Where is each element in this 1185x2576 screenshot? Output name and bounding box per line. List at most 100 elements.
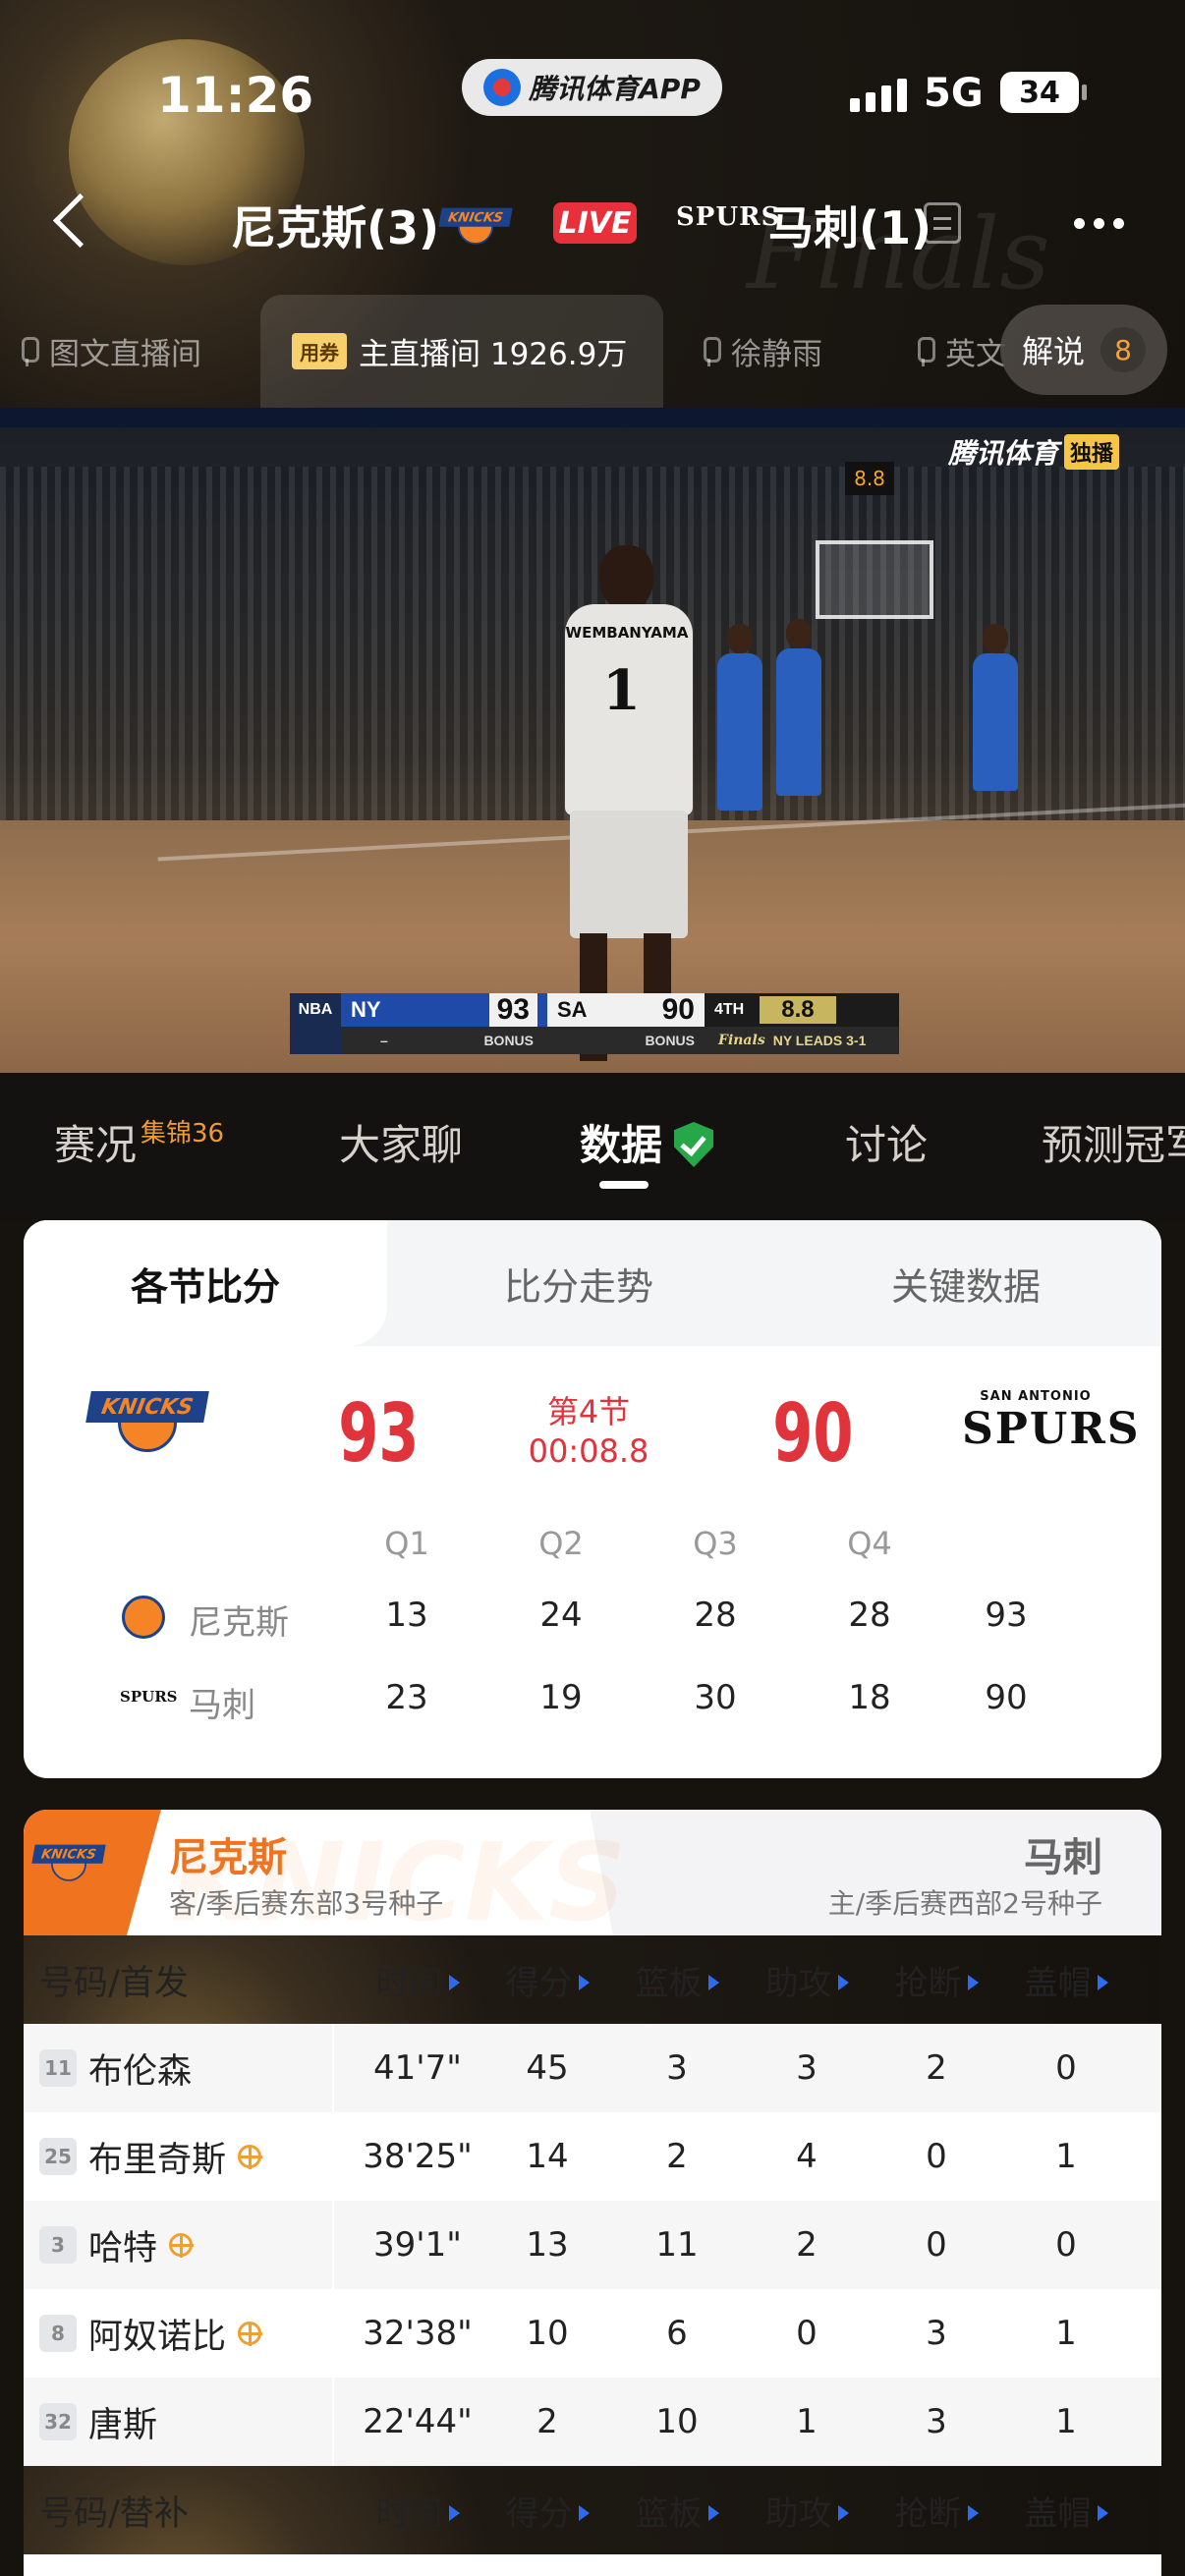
- sort-arrow-icon: [1097, 1974, 1108, 1990]
- sort-rebounds[interactable]: 篮板: [613, 1956, 741, 2004]
- team-switcher: KNICKS KNICKS 尼克斯 客/季后赛东部3号种子 马刺 主/季后赛西部…: [24, 1810, 1161, 1945]
- score-cell: 13: [385, 1596, 428, 1635]
- sort-arrow-icon: [707, 2504, 719, 2521]
- more-icon[interactable]: [1074, 218, 1124, 229]
- player-row[interactable]: 3 哈特 39'1" 13 11 2 0 0: [24, 2201, 1161, 2289]
- stat-cell: 38'25": [363, 2137, 473, 2176]
- player-row[interactable]: 11 布伦森 41'7" 45 3 3 2 0: [24, 2024, 1161, 2112]
- signal-icon: [850, 77, 907, 112]
- switch-icon[interactable]: [924, 202, 961, 244]
- tab-quarter-scores[interactable]: 各节比分: [24, 1220, 387, 1346]
- app-pill[interactable]: 腾讯体育APP: [462, 59, 722, 116]
- player-row[interactable]: 25 布里奇斯 38'25" 14 2 4 0 1: [24, 2112, 1161, 2201]
- player-figure: [717, 624, 762, 811]
- arena-led-board: [0, 408, 1185, 427]
- jersey-number: 8: [39, 2315, 77, 2352]
- player-name[interactable]: 哈特: [88, 2220, 157, 2270]
- score-cell: 28: [694, 1596, 737, 1635]
- commentary-button[interactable]: 解说 8: [1000, 305, 1167, 395]
- bench-header-row: 号码/替补 时间 得分 篮板 助攻 抢断 盖帽: [24, 2466, 1161, 2554]
- sort-points[interactable]: 得分: [483, 1956, 611, 2004]
- sort-arrow-icon: [707, 1974, 719, 1990]
- home-team-desc: 客/季后赛东部3号种子: [169, 1887, 444, 1920]
- player-name[interactable]: 阿奴诺比: [88, 2309, 226, 2359]
- sort-assists[interactable]: 助攻: [743, 1956, 871, 2004]
- player-name-cell: 25 布里奇斯: [39, 2112, 334, 2201]
- app-pill-label: 腾讯体育APP: [529, 73, 701, 105]
- home-team-name[interactable]: 尼克斯: [169, 1825, 287, 1882]
- verified-shield-icon: [674, 1122, 714, 1167]
- basketball-icon: [238, 2322, 263, 2346]
- sort-arrow-icon: [1097, 2504, 1108, 2521]
- player-figure: [973, 624, 1018, 791]
- channel-label: 图文直播间: [49, 337, 201, 372]
- knicks-logo-icon: KNICKS: [31, 1829, 106, 1888]
- player-name-cell: 11 布伦森: [39, 2024, 334, 2112]
- battery-icon: 34: [1000, 72, 1087, 113]
- player-row[interactable]: 8 阿奴诺比 32'38" 10 6 0 3 1: [24, 2289, 1161, 2378]
- tab-game-status[interactable]: 赛况 集锦36: [54, 1112, 224, 1172]
- tab-discussion[interactable]: 讨论: [845, 1112, 928, 1172]
- backboard: [816, 540, 933, 619]
- stat-cell: 13: [526, 2225, 569, 2265]
- scorebug: NBA NY 93 SA 90 4TH 8.8 – BONUS BONUS Fi…: [290, 993, 899, 1054]
- content-tabbar: 赛况集锦36 大家聊 数据 讨论 预测冠军: [0, 1073, 1185, 1220]
- sort-steals[interactable]: 抢断: [873, 1956, 1000, 2004]
- total-cell: 93: [985, 1596, 1028, 1635]
- column-q4: Q4: [847, 1525, 892, 1562]
- channel-label: 主直播间 1926.9万: [359, 337, 628, 372]
- tab-score-trend[interactable]: 比分走势: [387, 1220, 770, 1346]
- game-clock: 00:08.8: [528, 1432, 649, 1470]
- stat-cell: 6: [666, 2314, 688, 2353]
- sort-rebounds[interactable]: 篮板: [613, 2487, 741, 2535]
- channel-english[interactable]: 英文: [914, 295, 1006, 408]
- tab-key-stats[interactable]: 关键数据: [770, 1220, 1161, 1346]
- stat-cell: 0: [1055, 2225, 1077, 2265]
- player-name-cell: 3 哈特: [39, 2201, 334, 2289]
- stat-cell: 14: [526, 2137, 569, 2176]
- away-score: 90: [772, 1387, 854, 1481]
- sort-assists[interactable]: 助攻: [743, 2487, 871, 2535]
- channel-xujingyu[interactable]: 徐静雨: [700, 295, 822, 408]
- tab-predict-champion[interactable]: 预测冠军: [1042, 1112, 1185, 1172]
- basketball-icon: [238, 2145, 263, 2169]
- spurs-logo-icon: SPURS: [676, 202, 781, 232]
- tab-stats[interactable]: 数据: [580, 1112, 714, 1172]
- sort-blocks[interactable]: 盖帽: [1002, 1956, 1130, 2004]
- column-q3: Q3: [693, 1525, 738, 1562]
- channel-graphic-live[interactable]: 图文直播间: [18, 295, 201, 408]
- sort-points[interactable]: 得分: [483, 2487, 611, 2535]
- video-player[interactable]: 8.8 WEMBANYAMA 1 腾讯体育 独播 NBA NY 93 SA 90…: [0, 408, 1185, 1073]
- player-name[interactable]: 唐斯: [88, 2397, 157, 2447]
- jersey-number: 3: [39, 2226, 77, 2264]
- spurs-logo-icon: SAN ANTONIO SPURS: [962, 1389, 1141, 1454]
- knicks-mini-logo-icon: [122, 1596, 165, 1639]
- player-name[interactable]: 布里奇斯: [88, 2132, 226, 2182]
- stat-cell: 1: [1055, 2314, 1077, 2353]
- tab-chat[interactable]: 大家聊: [339, 1112, 463, 1172]
- sort-time[interactable]: 时间: [354, 2487, 481, 2535]
- sort-arrow-icon: [967, 1974, 979, 1990]
- column-q1: Q1: [384, 1525, 429, 1562]
- player-row[interactable]: 32 唐斯 22'44" 2 10 1 3 1: [24, 2378, 1161, 2466]
- away-team-name[interactable]: 马刺: [1024, 1825, 1102, 1882]
- mic-icon: [700, 336, 721, 366]
- mic-icon: [914, 336, 935, 366]
- jersey-number: 11: [39, 2049, 77, 2087]
- channel-main[interactable]: 用券 主直播间 1926.9万: [260, 295, 663, 408]
- back-icon[interactable]: [49, 192, 88, 251]
- knicks-logo-icon: KNICKS: [438, 193, 513, 252]
- sort-arrow-icon: [448, 2504, 460, 2521]
- starters-header-label: 号码/首发: [39, 1963, 189, 2003]
- team-right-name[interactable]: 马刺(1): [768, 193, 931, 257]
- sort-steals[interactable]: 抢断: [873, 2487, 1000, 2535]
- sort-time[interactable]: 时间: [354, 1956, 481, 2004]
- stat-cell: 2: [926, 2048, 947, 2088]
- basketball-icon: [169, 2233, 195, 2258]
- score-cell: 23: [385, 1678, 428, 1717]
- team-left-name[interactable]: 尼克斯(3): [231, 193, 439, 257]
- player-name[interactable]: 布伦森: [88, 2044, 192, 2094]
- knicks-logo-icon: KNICKS: [85, 1366, 209, 1464]
- sort-blocks[interactable]: 盖帽: [1002, 2487, 1130, 2535]
- player-name-cell: 32 唐斯: [39, 2378, 334, 2466]
